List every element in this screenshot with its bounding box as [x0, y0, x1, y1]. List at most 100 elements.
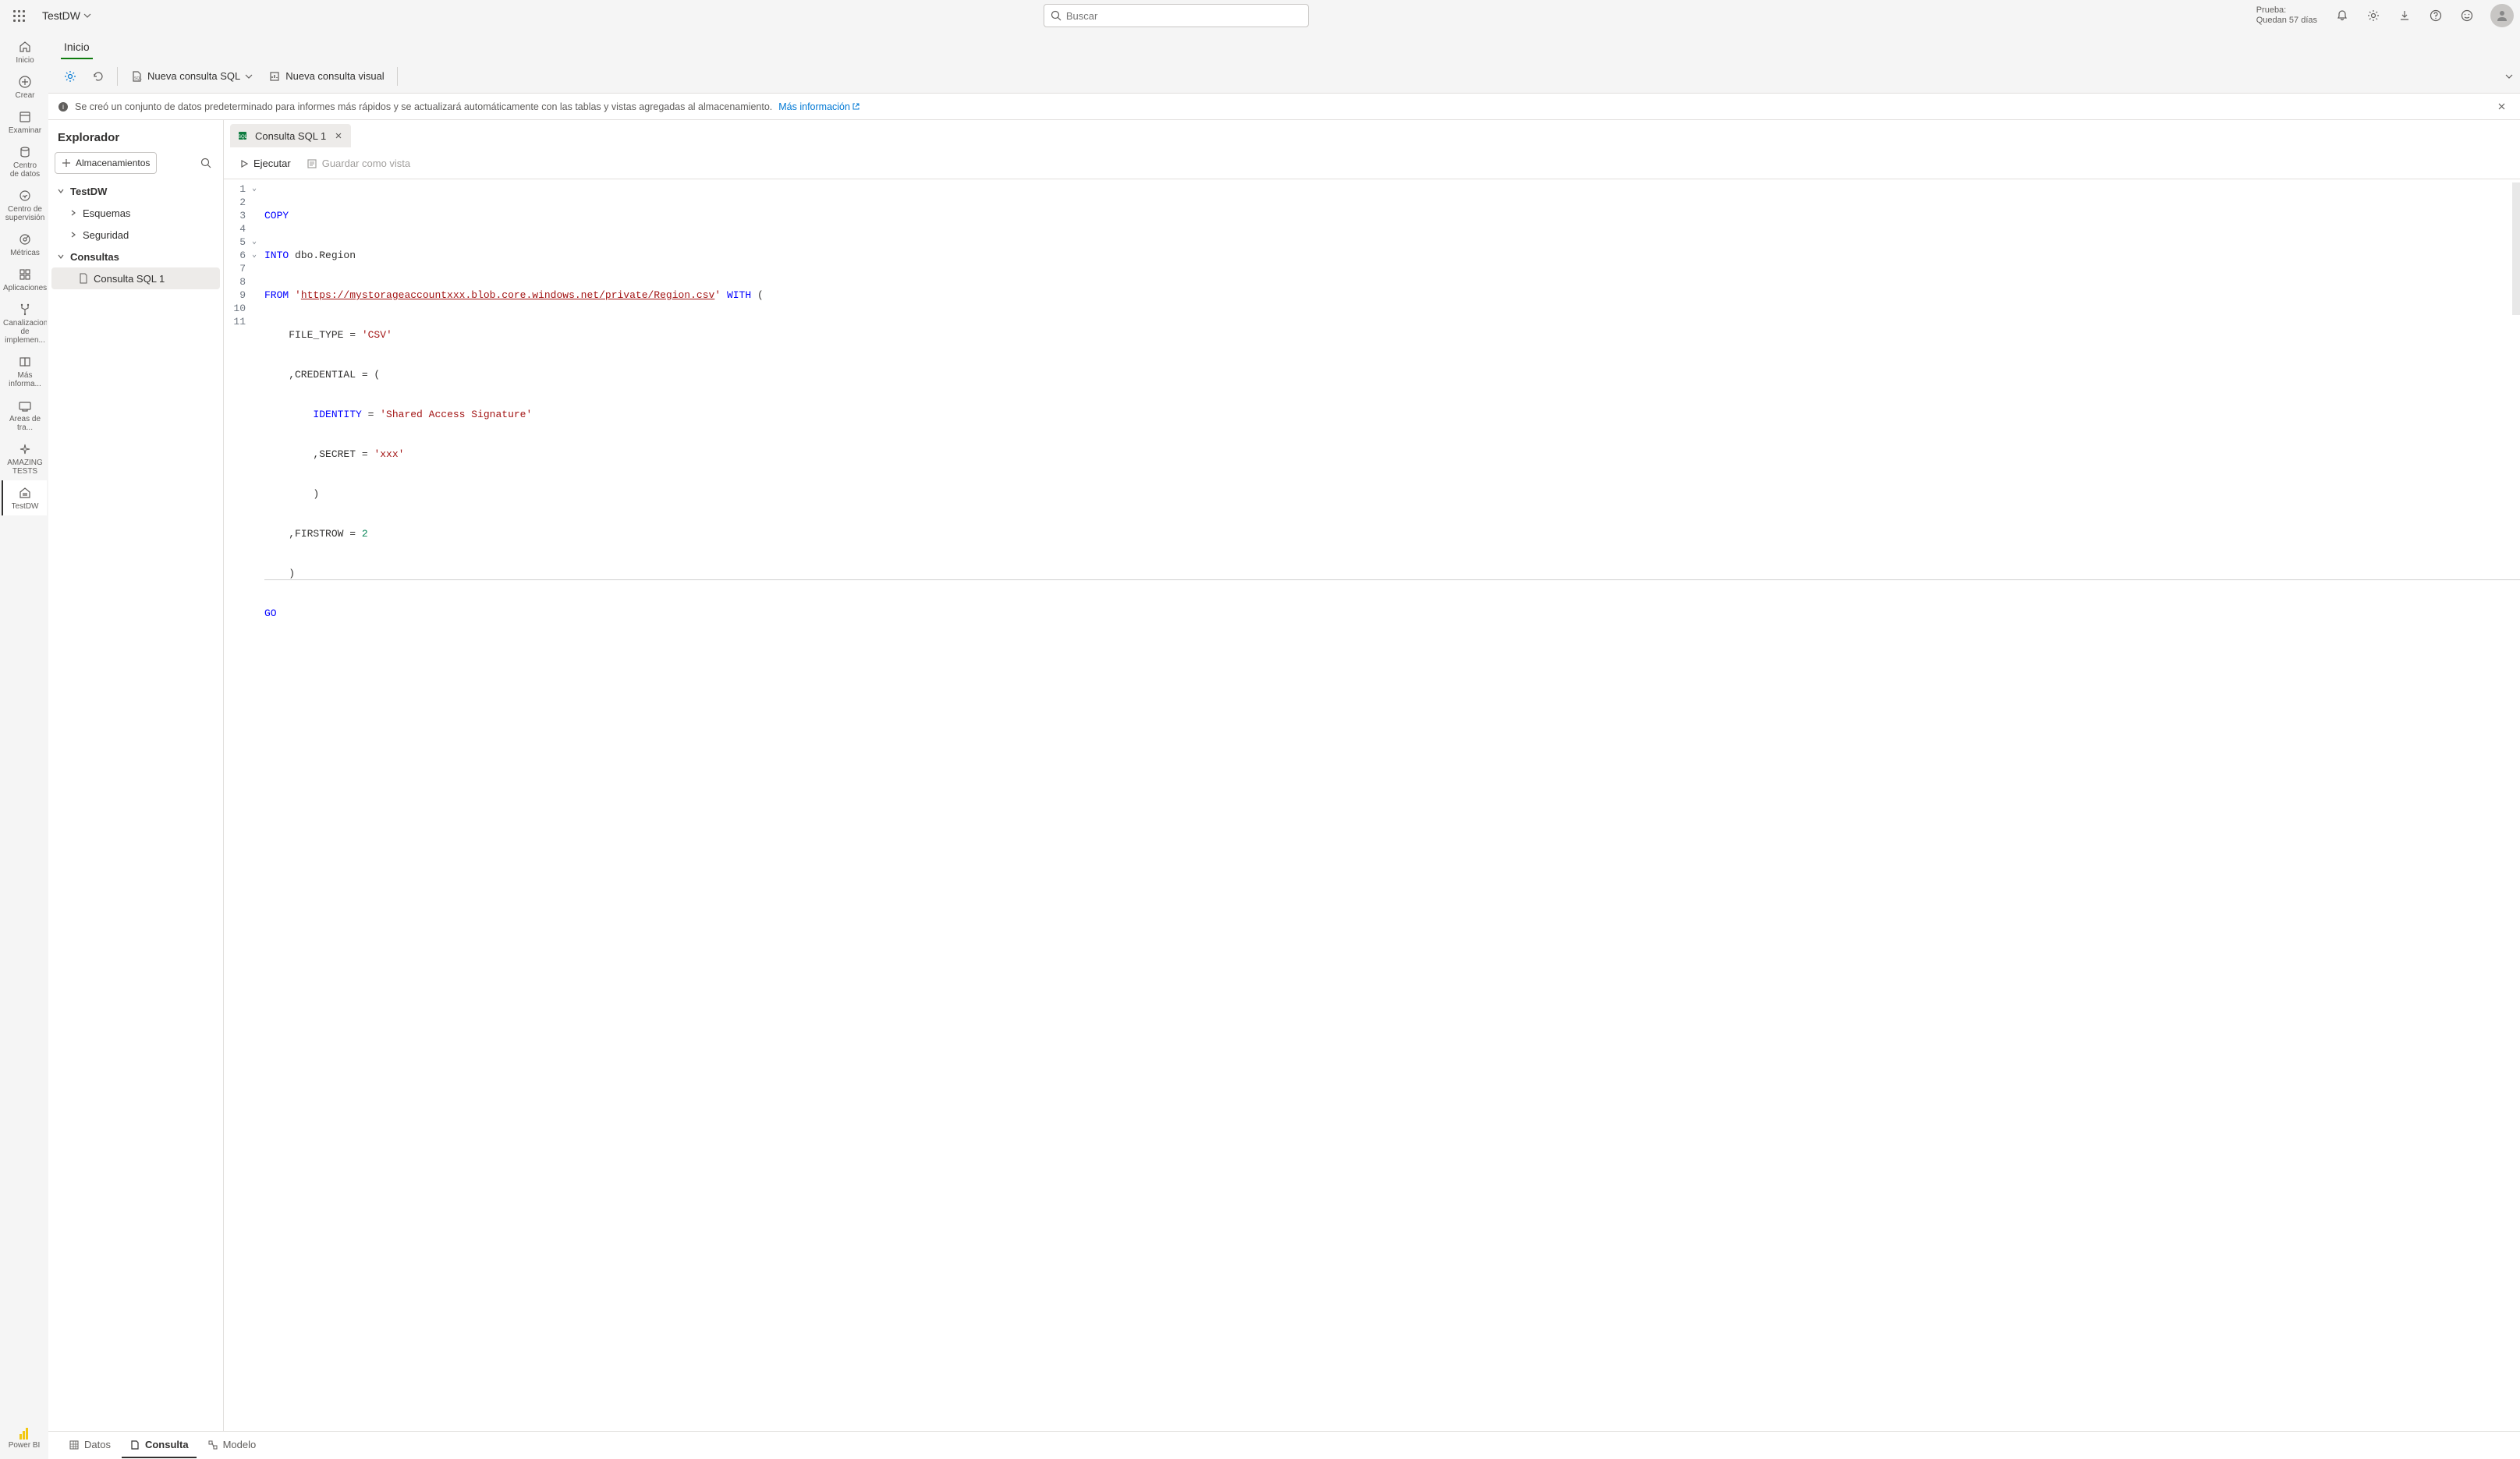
workspace-breadcrumb[interactable]: TestDW	[37, 9, 96, 22]
sql-file-icon: SQL	[236, 129, 249, 142]
file-tab-strip: SQL Consulta SQL 1	[224, 120, 2520, 148]
visual-query-icon	[268, 70, 281, 83]
gear-icon	[2367, 9, 2380, 22]
app-launcher-button[interactable]	[6, 3, 31, 28]
nav-learn[interactable]: Más informa...	[2, 349, 47, 393]
notifications-button[interactable]	[2330, 3, 2355, 28]
nav-workspaces[interactable]: Áreas de tra...	[2, 393, 47, 437]
nav-label: AMAZINGTESTS	[7, 459, 43, 476]
tree-schemas[interactable]: Esquemas	[51, 202, 220, 224]
banner-close-button[interactable]	[2492, 97, 2511, 116]
nav-create[interactable]: Crear	[2, 69, 47, 104]
gear-icon	[64, 70, 76, 83]
banner-link[interactable]: Más información	[778, 101, 860, 112]
nav-amazing-tests[interactable]: AMAZINGTESTS	[2, 437, 47, 480]
settings-button[interactable]	[2361, 3, 2386, 28]
powerbi-logo: Power BI	[9, 1422, 41, 1459]
command-bar: SQL Nueva consulta SQL Nueva consulta vi…	[48, 59, 2520, 94]
waffle-icon	[13, 10, 25, 22]
nav-testdw[interactable]: TestDW	[2, 480, 47, 515]
command-tab-home[interactable]: Inicio	[61, 36, 93, 59]
tab-label: Consulta	[145, 1439, 189, 1450]
file-tab-title: Consulta SQL 1	[255, 130, 326, 142]
nav-home[interactable]: Inicio	[2, 34, 47, 69]
new-sql-query-button[interactable]: SQL Nueva consulta SQL	[124, 64, 259, 89]
run-button[interactable]: Ejecutar	[233, 153, 297, 175]
monitor-icon	[17, 188, 33, 204]
refresh-icon	[92, 70, 105, 83]
top-bar: TestDW Prueba: Quedan 57 días	[0, 0, 2520, 31]
editor-toolbar: Ejecutar Guardar como vista	[224, 148, 2520, 179]
chevron-down-icon	[83, 12, 91, 19]
info-icon: i	[58, 101, 69, 112]
chevron-right-icon	[69, 231, 78, 239]
workspace-body: Explorador Almacenamientos TestDW	[48, 120, 2520, 1431]
explorer-search-button[interactable]	[195, 152, 217, 174]
plus-icon	[62, 158, 71, 168]
line-gutter: 1⌄ 2 3 4 5⌄ 6⌄ 7 8 9 10 11	[224, 179, 261, 1431]
help-button[interactable]	[2423, 3, 2448, 28]
tree-label: Seguridad	[83, 229, 129, 241]
nav-data-hub[interactable]: Centrode datos	[2, 140, 47, 183]
user-avatar[interactable]	[2490, 4, 2514, 27]
home-icon	[17, 39, 33, 55]
tree-query-1[interactable]: Consulta SQL 1	[51, 267, 220, 289]
file-tab-close-button[interactable]	[332, 129, 345, 142]
tree-root[interactable]: TestDW	[51, 180, 220, 202]
tree-label: Esquemas	[83, 207, 130, 219]
learn-icon	[17, 354, 33, 370]
search-icon	[1051, 10, 1062, 21]
model-icon	[207, 1440, 218, 1450]
chevron-down-icon	[245, 73, 253, 80]
bottom-tab-data[interactable]: Datos	[61, 1433, 119, 1458]
svg-text:i: i	[62, 103, 64, 111]
external-link-icon	[852, 102, 860, 111]
add-storage-button[interactable]: Almacenamientos	[55, 152, 157, 174]
chevron-down-icon	[56, 253, 66, 260]
button-label: Ejecutar	[253, 158, 291, 169]
expand-ribbon-button[interactable]	[2504, 72, 2514, 81]
bottom-tab-model[interactable]: Modelo	[200, 1433, 264, 1458]
nav-apps[interactable]: Aplicaciones	[2, 262, 47, 297]
bottom-tab-query[interactable]: Consulta	[122, 1433, 197, 1458]
nav-label: Centro desupervisión	[5, 205, 45, 222]
tree-security[interactable]: Seguridad	[51, 224, 220, 246]
plus-circle-icon	[17, 74, 33, 90]
minimap-scrollbar[interactable]	[2512, 182, 2520, 315]
tree-queries[interactable]: Consultas	[51, 246, 220, 267]
fold-icon[interactable]: ⌄	[249, 249, 257, 262]
file-tab[interactable]: SQL Consulta SQL 1	[230, 124, 351, 147]
explorer-title: Explorador	[51, 128, 220, 152]
nav-browse[interactable]: Examinar	[2, 104, 47, 140]
tab-label: Modelo	[223, 1439, 257, 1450]
nav-monitor[interactable]: Centro desupervisión	[2, 183, 47, 227]
query-icon	[129, 1440, 140, 1450]
refresh-button[interactable]	[86, 64, 111, 89]
code-content[interactable]: COPY INTO dbo.Region FROM 'https://mysto…	[261, 179, 2520, 1431]
nav-label: Métricas	[10, 249, 40, 257]
search-box[interactable]	[1044, 4, 1309, 27]
trial-status: Prueba: Quedan 57 días	[2256, 5, 2317, 26]
explorer-pane: Explorador Almacenamientos TestDW	[48, 120, 224, 1431]
search-input[interactable]	[1066, 10, 1302, 22]
nav-label: Más informa...	[5, 371, 45, 388]
nav-label: Inicio	[16, 56, 34, 65]
button-label: Guardar como vista	[322, 158, 410, 169]
new-visual-query-button[interactable]: Nueva consulta visual	[262, 64, 390, 89]
feedback-button[interactable]	[2454, 3, 2479, 28]
download-button[interactable]	[2392, 3, 2417, 28]
fold-icon[interactable]: ⌄	[249, 235, 257, 249]
code-editor[interactable]: 1⌄ 2 3 4 5⌄ 6⌄ 7 8 9 10 11 COPY IN	[224, 179, 2520, 1431]
save-as-view-button: Guardar como vista	[300, 153, 416, 175]
nav-pipelines[interactable]: Canalizacionesde implemen...	[2, 297, 47, 349]
nav-metrics[interactable]: Métricas	[2, 227, 47, 262]
data-hub-icon	[17, 144, 33, 160]
nav-label: Crear	[15, 91, 34, 100]
settings-gear-button[interactable]	[58, 64, 83, 89]
metrics-icon	[17, 232, 33, 247]
content-area: Inicio SQL Nueva consulta SQL Nueva cons…	[48, 31, 2520, 1459]
sql-file-icon	[78, 273, 89, 284]
fold-icon[interactable]: ⌄	[249, 182, 257, 196]
browse-icon	[17, 109, 33, 125]
command-tab-strip: Inicio	[48, 31, 2520, 59]
